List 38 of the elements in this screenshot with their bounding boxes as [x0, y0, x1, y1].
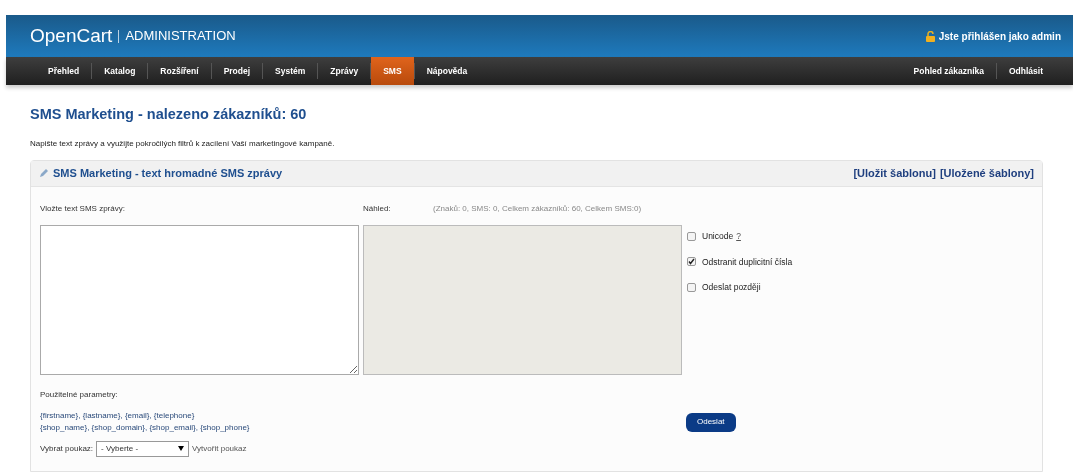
voucher-label: Vybrat poukaz:	[40, 442, 94, 455]
create-voucher-link[interactable]: Vytvořit poukaz	[192, 442, 247, 455]
nav-tab[interactable]: Katalog	[92, 57, 148, 85]
params-label: Použitelné parametry:	[40, 388, 119, 401]
option-label: Unicode	[702, 229, 734, 243]
voucher-select[interactable]: - Vyberte -	[96, 440, 190, 457]
nav-tab[interactable]: Systém	[263, 57, 318, 85]
nav-link[interactable]: Pohled zákazníka	[901, 57, 996, 85]
checkbox[interactable]	[687, 283, 696, 293]
page-description: Napište text zprávy a využijte pokročilých filtrů k zacílení Vaší marketingové kampaně.	[30, 137, 336, 150]
pencil-icon	[39, 168, 49, 179]
nav-link[interactable]: Odhlásit	[997, 57, 1055, 85]
nav-tab[interactable]: Rozšíření	[148, 57, 211, 85]
preview-label: Náhled:	[363, 202, 392, 213]
checkbox[interactable]	[687, 231, 696, 241]
template-link[interactable]: [Uložit šablonu]	[853, 165, 936, 182]
page-title: SMS Marketing - nalezeno zákazníků: 60	[30, 105, 308, 124]
nav-tab[interactable]: Zprávy	[318, 57, 371, 85]
user-info: Jste přihlášen jako admin	[938, 29, 1061, 44]
header-subtitle: ADMINISTRATION	[125, 27, 236, 46]
logo: OpenCart	[30, 23, 113, 48]
counter-text: (Znaků: 0, SMS: 0, Celkem zákazníků: 60, Celkem SMS:0)	[433, 202, 642, 213]
help-link[interactable]: ?	[736, 229, 741, 243]
template-link[interactable]: [Uložené šablony]	[939, 165, 1034, 182]
send-button[interactable]: Odeslat	[686, 412, 736, 432]
dropdown-caret-icon	[178, 446, 185, 452]
panel-title: SMS Marketing - text hromadné SMS zprávy	[53, 166, 283, 181]
padlock-icon	[925, 30, 935, 42]
nav-tab[interactable]: Nápověda	[414, 57, 480, 85]
nav-tab[interactable]: SMS	[371, 57, 414, 85]
params-list: {shop_name}, {shop_domain}, {shop_email}, {shop_phone}	[40, 421, 686, 434]
message-label: Vložte text SMS zprávy:	[40, 202, 126, 213]
nav-tab[interactable]: Prodej	[211, 57, 263, 85]
params-list: {firstname}, {lastname}, {email}, {telephone}	[40, 409, 686, 422]
nav-tab[interactable]: Přehled	[36, 57, 92, 85]
checkbox[interactable]	[687, 257, 696, 267]
option-label: Odstranit duplicitní čísla	[702, 255, 793, 269]
option-label: Odeslat později	[702, 281, 761, 294]
